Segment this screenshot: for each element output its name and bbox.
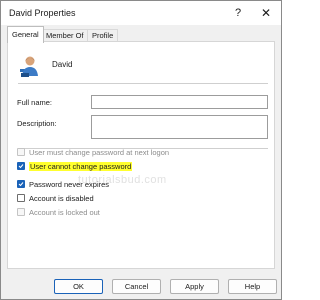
checkbox-box[interactable]: [17, 148, 25, 156]
user-icon: [18, 54, 42, 78]
user-name: David: [52, 60, 73, 69]
separator: [18, 83, 268, 84]
apply-button[interactable]: Apply: [170, 279, 219, 294]
checkbox-box[interactable]: [17, 180, 25, 188]
close-icon[interactable]: ✕: [251, 1, 281, 25]
help-button[interactable]: Help: [228, 279, 277, 294]
help-title-button[interactable]: ?: [223, 1, 253, 25]
checkbox-label: Password never expires: [29, 179, 110, 189]
full-name-field[interactable]: [91, 95, 268, 109]
tab-general[interactable]: General: [7, 26, 44, 43]
checkbox-account-disabled[interactable]: Account is disabled: [17, 193, 94, 203]
checkbox-box[interactable]: [17, 162, 25, 170]
ok-button[interactable]: OK: [54, 279, 103, 294]
checkbox-password-never-expires[interactable]: Password never expires: [17, 179, 109, 189]
properties-dialog: David Properties ? ✕ General Member Of P…: [0, 0, 282, 300]
checkbox-label: User cannot change password: [29, 161, 133, 171]
checkbox-label: Account is locked out: [29, 207, 100, 217]
checkbox-label: User must change password at next logon: [29, 147, 170, 157]
window-title: David Properties: [9, 8, 76, 18]
general-tab-panel: David Full name: Description: tutorialsb…: [7, 41, 275, 269]
checkbox-box[interactable]: [17, 208, 25, 216]
checkbox-cannot-change-password[interactable]: User cannot change password: [17, 161, 133, 171]
checkbox-label: Account is disabled: [29, 193, 94, 203]
tab-strip: General Member Of Profile: [1, 26, 281, 43]
title-bar: David Properties ? ✕: [1, 1, 281, 25]
checkbox-box[interactable]: [17, 194, 25, 202]
checkbox-must-change-password[interactable]: User must change password at next logon: [17, 147, 169, 157]
description-field[interactable]: [91, 115, 268, 139]
checkbox-account-locked-out[interactable]: Account is locked out: [17, 207, 100, 217]
description-label: Description:: [17, 119, 57, 128]
full-name-label: Full name:: [17, 98, 53, 107]
cancel-button[interactable]: Cancel: [112, 279, 161, 294]
